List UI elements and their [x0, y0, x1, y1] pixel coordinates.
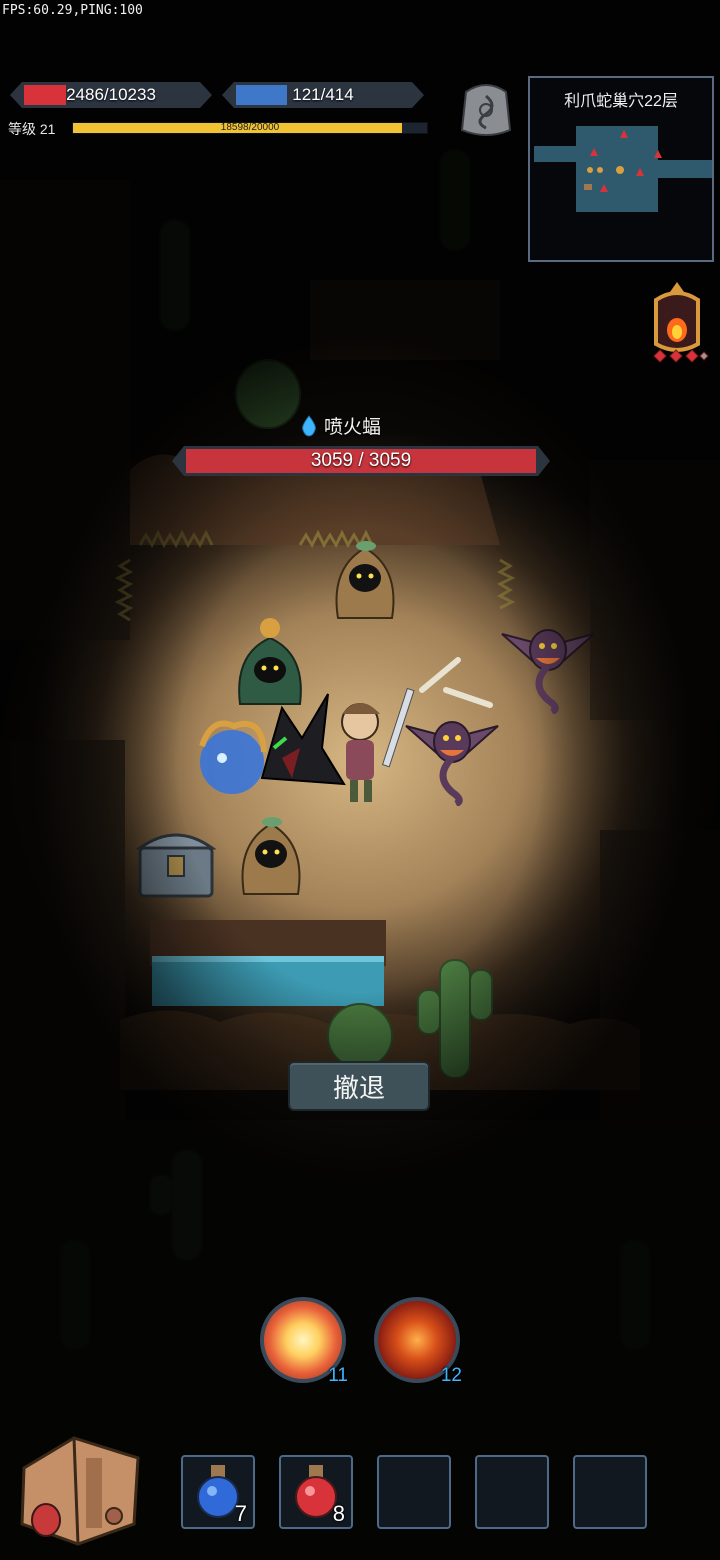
target-name-text: 喷火蝠 [324, 417, 382, 438]
minimap-rooms [534, 126, 712, 212]
skill-count: 11 [328, 1365, 348, 1386]
fire-vortex-skill-button[interactable]: 12 [374, 1297, 462, 1386]
haystack-creature-icon [241, 817, 301, 895]
item-count: 7 [234, 1501, 247, 1526]
xp-bar: 18598/20000 [72, 122, 428, 134]
quick-slot-3[interactable] [377, 1455, 451, 1529]
backpack-icon[interactable] [14, 1428, 146, 1548]
fire-bat-enemy-icon[interactable] [404, 696, 500, 806]
rune-stone-icon[interactable] [458, 80, 514, 138]
mp-text: 121/414 [292, 85, 354, 104]
game-screen: FPS:60.29,PING:100 2486/10233 121/414 等级… [0, 0, 720, 1560]
lantern-icon[interactable] [644, 280, 710, 370]
haystack-creature-icon [335, 541, 395, 619]
skill-count: 12 [440, 1365, 462, 1386]
hp-text: 2486/10233 [66, 85, 156, 104]
player-mp-bar: 121/414 [222, 82, 424, 108]
quick-slot-2[interactable]: 8 [279, 1455, 353, 1529]
minimap[interactable]: 利爪蛇巢穴22层 [528, 76, 714, 262]
item-count: 8 [332, 1501, 345, 1526]
level-label: 等级 21 [8, 121, 56, 137]
retreat-button[interactable]: 撤退 [288, 1061, 430, 1111]
fire-bat-enemy-icon[interactable] [500, 604, 596, 714]
chest-icon[interactable] [136, 822, 216, 902]
target-hp-bar: 3059 / 3059 [172, 446, 550, 476]
quick-slot-5[interactable] [573, 1455, 647, 1529]
target-hp-text: 3059 / 3059 [310, 450, 412, 471]
xp-text: 18598/20000 [220, 122, 280, 133]
quick-slot-4[interactable] [475, 1455, 549, 1529]
fps-ping-readout: FPS:60.29,PING:100 [2, 3, 143, 18]
burst-skill-button[interactable]: 11 [260, 1297, 348, 1386]
player-hp-bar: 2486/10233 [10, 82, 212, 108]
water-drop-icon [302, 414, 316, 437]
quick-slot-1[interactable]: 7 [181, 1455, 255, 1529]
target-name: 喷火蝠 [300, 412, 381, 439]
